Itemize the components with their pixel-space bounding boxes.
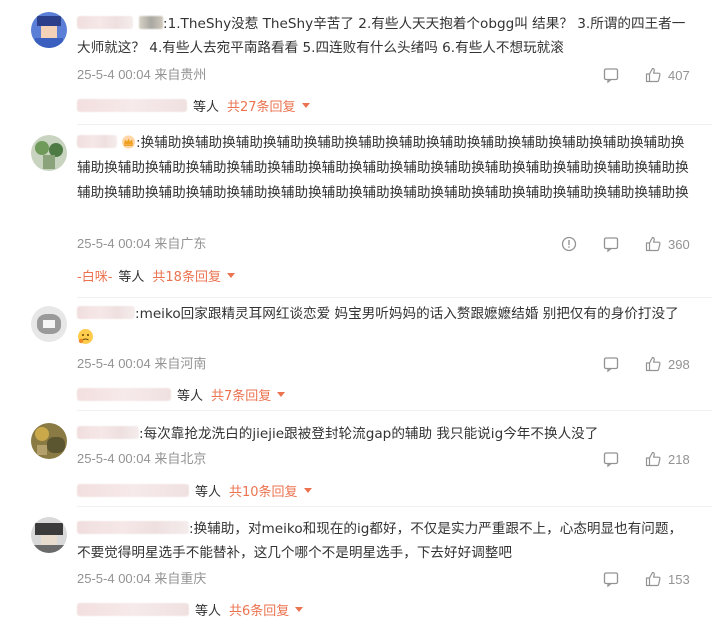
reply-summary[interactable]: 等人 共27条回复 bbox=[77, 92, 310, 118]
comment-time: 25-5-4 00:04 bbox=[77, 67, 151, 82]
comment-body: :1.TheShy没惹 TheShy辛苦了 2.有些人天天抱着个obgg叫 结果… bbox=[77, 16, 686, 56]
caret-down-icon[interactable] bbox=[226, 272, 235, 278]
comment-item: :1.TheShy没惹 TheShy辛苦了 2.有些人天天抱着个obgg叫 结果… bbox=[0, 0, 712, 125]
reply-suffix: 等人 bbox=[177, 388, 204, 404]
comment-text: :换辅助，对meiko和现在的ig都好，不仅是实力严重跟不上，心态明显也有问题，… bbox=[77, 517, 690, 565]
reply-suffix: 等人 bbox=[118, 269, 145, 285]
comment-body: :换辅助换辅助换辅助换辅助换辅助换辅助换辅助换辅助换辅助换辅助换辅助换辅助换辅助… bbox=[77, 135, 689, 201]
comment-meta: 25-5-4 00:04 来自广东 bbox=[77, 235, 206, 253]
username[interactable] bbox=[77, 426, 139, 439]
reply-count-link[interactable]: 共7条回复 bbox=[211, 385, 271, 404]
like-count: 407 bbox=[668, 67, 690, 83]
reply-summary[interactable]: 等人 共7条回复 bbox=[77, 381, 286, 407]
username[interactable] bbox=[77, 135, 117, 148]
reply-summary[interactable]: 等人 共6条回复 bbox=[77, 596, 304, 622]
comment-location: 来自北京 bbox=[154, 451, 207, 466]
comment-item: :meiko回家跟精灵耳网红谈恋爱 妈宝男听妈妈的话入赘跟嬷嬷结婚 别把仅有的身… bbox=[0, 298, 712, 411]
comment-text: :换辅助换辅助换辅助换辅助换辅助换辅助换辅助换辅助换辅助换辅助换辅助换辅助换辅助… bbox=[77, 131, 690, 206]
username[interactable] bbox=[77, 521, 189, 534]
comment-body: :每次靠抢龙洗白的jiejie跟被登封轮流gap的辅助 我只能说ig今年不换人没… bbox=[139, 426, 599, 442]
reply-summary[interactable]: 等人 共10条回复 bbox=[77, 477, 312, 503]
comment-body: :meiko回家跟精灵耳网红谈恋爱 妈宝男听妈妈的话入赘跟嬷嬷结婚 别把仅有的身… bbox=[135, 306, 679, 322]
comment-meta: 25-5-4 00:04 来自北京 bbox=[77, 450, 206, 468]
reply-username[interactable] bbox=[77, 483, 189, 497]
comment-time: 25-5-4 00:04 bbox=[77, 451, 151, 466]
comment-actions: 218 bbox=[602, 450, 690, 468]
comment-meta: 25-5-4 00:04 来自贵州 bbox=[77, 66, 206, 84]
reply-count-link[interactable]: 共10条回复 bbox=[229, 481, 298, 500]
reply-count-link[interactable]: 共18条回复 bbox=[152, 266, 221, 285]
like-icon[interactable] bbox=[644, 355, 662, 373]
reply-username[interactable] bbox=[77, 602, 189, 616]
comment-actions: 298 bbox=[602, 355, 690, 373]
comment-actions: 407 bbox=[602, 66, 690, 84]
comment-text: :1.TheShy没惹 TheShy辛苦了 2.有些人天天抱着个obgg叫 结果… bbox=[77, 12, 690, 60]
comment-location: 来自河南 bbox=[154, 356, 207, 371]
like-count: 218 bbox=[668, 451, 690, 467]
comment-icon[interactable] bbox=[602, 355, 620, 373]
caret-down-icon[interactable] bbox=[277, 391, 286, 397]
avatar[interactable] bbox=[31, 12, 67, 48]
reply-suffix: 等人 bbox=[193, 99, 220, 115]
comment-icon[interactable] bbox=[602, 66, 620, 84]
username[interactable] bbox=[77, 306, 135, 319]
comment-location: 来自广东 bbox=[154, 236, 207, 251]
reply-username[interactable] bbox=[77, 387, 171, 401]
comment-icon[interactable] bbox=[602, 570, 620, 588]
report-icon[interactable] bbox=[560, 235, 578, 253]
like-count: 153 bbox=[668, 571, 690, 587]
user-badge bbox=[139, 16, 163, 29]
reply-count-link[interactable]: 共27条回复 bbox=[227, 96, 296, 115]
caret-down-icon[interactable] bbox=[295, 606, 304, 612]
like-icon[interactable] bbox=[644, 235, 662, 253]
comment-meta: 25-5-4 00:04 来自河南 bbox=[77, 355, 206, 373]
like-count: 360 bbox=[668, 236, 690, 252]
avatar[interactable] bbox=[31, 517, 67, 553]
comment-time: 25-5-4 00:04 bbox=[77, 571, 151, 586]
avatar[interactable] bbox=[31, 135, 67, 171]
caret-down-icon[interactable] bbox=[301, 102, 310, 108]
comment-time: 25-5-4 00:04 bbox=[77, 236, 151, 251]
comment-actions: 360 bbox=[560, 235, 690, 253]
comment-text: :meiko回家跟精灵耳网红谈恋爱 妈宝男听妈妈的话入赘跟嬷嬷结婚 别把仅有的身… bbox=[77, 302, 690, 350]
caret-down-icon[interactable] bbox=[303, 487, 312, 493]
comment-item: :换辅助，对meiko和现在的ig都好，不仅是实力严重跟不上，心态明显也有问题，… bbox=[0, 507, 712, 628]
like-count: 298 bbox=[668, 356, 690, 372]
avatar[interactable] bbox=[31, 423, 67, 459]
comment-icon[interactable] bbox=[602, 235, 620, 253]
avatar[interactable] bbox=[31, 306, 67, 342]
comment-actions: 153 bbox=[602, 570, 690, 588]
comment-text: :每次靠抢龙洗白的jiejie跟被登封轮流gap的辅助 我只能说ig今年不换人没… bbox=[77, 422, 690, 446]
reply-username[interactable] bbox=[77, 98, 187, 112]
comment-location: 来自重庆 bbox=[154, 571, 207, 586]
reply-username[interactable]: -白咪- bbox=[77, 266, 112, 285]
like-icon[interactable] bbox=[644, 66, 662, 84]
thinking-emoji-icon bbox=[78, 329, 93, 344]
comment-location: 来自贵州 bbox=[154, 67, 207, 82]
vip-crown-icon bbox=[122, 135, 135, 149]
reply-suffix: 等人 bbox=[195, 484, 222, 500]
reply-suffix: 等人 bbox=[195, 603, 222, 619]
comment-item: :换辅助换辅助换辅助换辅助换辅助换辅助换辅助换辅助换辅助换辅助换辅助换辅助换辅助… bbox=[0, 125, 712, 298]
reply-summary[interactable]: -白咪- 等人 共18条回复 bbox=[77, 262, 235, 288]
like-icon[interactable] bbox=[644, 570, 662, 588]
comment-meta: 25-5-4 00:04 来自重庆 bbox=[77, 570, 206, 588]
comment-item: :每次靠抢龙洗白的jiejie跟被登封轮流gap的辅助 我只能说ig今年不换人没… bbox=[0, 411, 712, 507]
like-icon[interactable] bbox=[644, 450, 662, 468]
username[interactable] bbox=[77, 16, 133, 29]
comment-time: 25-5-4 00:04 bbox=[77, 356, 151, 371]
comment-icon[interactable] bbox=[602, 450, 620, 468]
reply-count-link[interactable]: 共6条回复 bbox=[229, 600, 289, 619]
